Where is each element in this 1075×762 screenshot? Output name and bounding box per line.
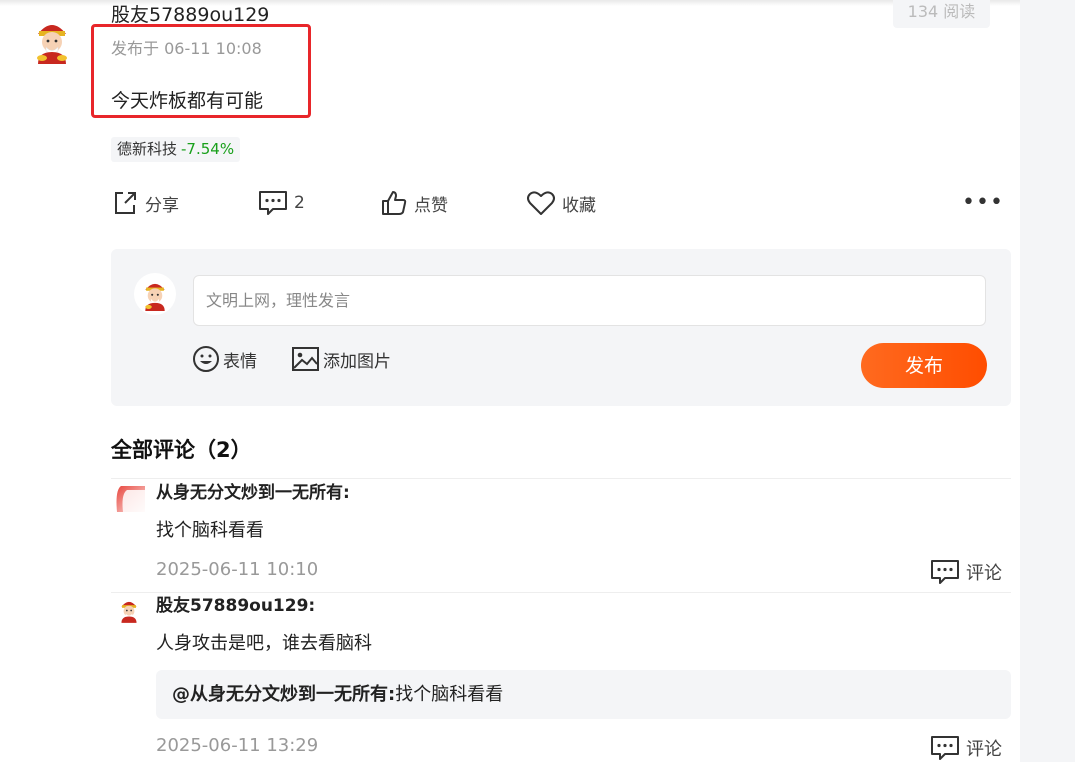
divider [111,478,1011,479]
comment-author[interactable]: 从身无分文炒到一无所有: [156,481,350,505]
comment-count: 2 [294,193,305,213]
reply-label: 评论 [966,563,1002,584]
stock-tag[interactable]: 德新科技 -7.54% [111,137,241,162]
reply-button[interactable]: 评论 [930,734,1002,762]
comments-title: 全部评论（2） [111,438,252,462]
add-image-label: 添加图片 [323,351,391,372]
more-options-icon[interactable]: ••• [962,190,1004,215]
page-side-gutter [1020,0,1075,762]
author-avatar[interactable] [26,14,78,66]
stock-change: -7.54% [181,140,235,158]
divider [111,592,1011,593]
favorite-button[interactable]: 收藏 [526,187,596,219]
share-icon [115,192,136,214]
comment-icon [259,191,287,215]
comment-author[interactable]: 股友57889ou129: [156,594,315,618]
comment-button[interactable]: 2 [258,187,305,219]
share-label: 分享 [145,195,179,216]
comment-time: 2025-06-11 13:29 [156,735,319,756]
share-button[interactable]: 分享 [111,187,179,219]
comment-text: 找个脑科看看 [156,520,264,541]
red-highlight-box [91,24,311,118]
quoted-author[interactable]: @从身无分文炒到一无所有: [172,684,395,705]
thumbs-up-icon [382,191,407,215]
like-label: 点赞 [414,195,448,216]
reply-button[interactable]: 评论 [930,558,1002,586]
add-image-button[interactable]: 添加图片 [291,344,391,374]
favorite-label: 收藏 [562,195,596,216]
stock-name: 德新科技 [117,140,178,158]
comment-avatar[interactable] [115,596,143,624]
quoted-comment: @从身无分文炒到一无所有:找个脑科看看 [156,670,1011,719]
heart-icon [527,191,555,215]
emoji-icon [193,346,219,372]
emoji-label: 表情 [223,351,257,372]
publish-button[interactable]: 发布 [861,343,987,388]
quoted-text: 找个脑科看看 [395,684,504,705]
user-avatar [134,273,176,315]
comment-text: 人身攻击是吧，谁去看脑科 [156,633,372,654]
comment-avatar[interactable] [113,482,147,516]
comment-icon [931,736,959,760]
reply-label: 评论 [966,739,1002,760]
read-count: 134 阅读 [893,0,990,28]
image-icon [292,347,319,371]
fortune-god-avatar-icon [27,15,77,65]
comment-icon [931,560,959,584]
emoji-button[interactable]: 表情 [192,344,257,374]
fortune-god-avatar-icon [145,283,165,311]
red-banner-avatar-icon [116,486,145,512]
comment-time: 2025-06-11 10:10 [156,559,319,580]
like-button[interactable]: 点赞 [380,187,448,219]
fortune-god-avatar-icon [121,601,137,623]
comment-input[interactable] [193,275,986,326]
